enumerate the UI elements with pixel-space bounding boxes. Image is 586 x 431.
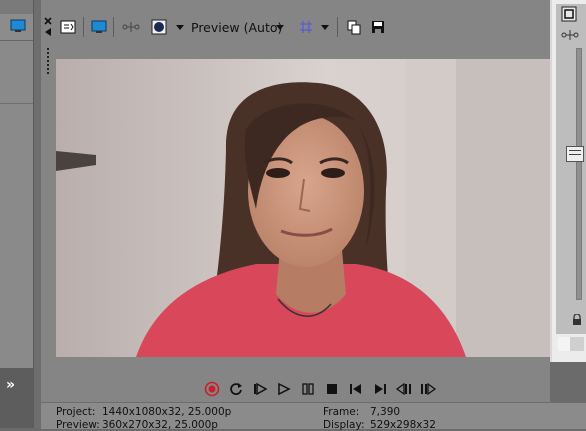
record-icon[interactable] bbox=[203, 380, 221, 398]
overlays-icon[interactable] bbox=[150, 18, 168, 36]
master-bus-meter bbox=[556, 4, 586, 334]
play-icon[interactable] bbox=[275, 380, 293, 398]
loop-icon[interactable] bbox=[227, 380, 245, 398]
right-panel-gap bbox=[550, 362, 586, 402]
preview-label: Preview: bbox=[56, 419, 100, 431]
left-panel-list bbox=[0, 40, 33, 369]
dock-handle[interactable] bbox=[42, 14, 54, 84]
external-monitor-icon[interactable] bbox=[90, 18, 108, 36]
overlays-dropdown-icon[interactable] bbox=[175, 18, 185, 36]
stop-icon[interactable] bbox=[323, 380, 341, 398]
left-panel-toolbar bbox=[0, 14, 33, 40]
pause-icon[interactable] bbox=[299, 380, 317, 398]
next-marker-icon[interactable] bbox=[371, 380, 389, 398]
volume-fader-handle[interactable] bbox=[566, 146, 584, 162]
display-label: Display: bbox=[323, 419, 365, 431]
project-value: 1440x1080x32, 25.000p bbox=[102, 406, 232, 418]
monitor-icon[interactable] bbox=[10, 18, 26, 34]
lock-icon[interactable] bbox=[572, 313, 582, 326]
preview-quality-chevron-icon[interactable] bbox=[275, 18, 285, 36]
preview-quality-dropdown[interactable]: Preview (Auto) bbox=[191, 20, 282, 35]
preview-value: 360x270x32, 25.000p bbox=[102, 419, 218, 431]
frame-value: 7,390 bbox=[370, 406, 401, 418]
master-bus-scroll[interactable] bbox=[558, 337, 584, 351]
preview-info-bar: Project: 1440x1080x32, 25.000p Preview: … bbox=[41, 402, 586, 431]
video-preview-properties-icon[interactable] bbox=[59, 18, 77, 36]
display-value: 529x298x32 bbox=[370, 419, 436, 431]
video-preview-frame bbox=[56, 59, 550, 357]
expand-icon[interactable]: » bbox=[6, 377, 15, 393]
channel-routing-icon[interactable] bbox=[560, 28, 580, 42]
toolbar-separator bbox=[113, 17, 114, 37]
next-frame-icon[interactable] bbox=[419, 380, 437, 398]
split-screen-icon[interactable] bbox=[121, 18, 141, 36]
previous-frame-icon[interactable] bbox=[395, 380, 413, 398]
save-snapshot-icon[interactable] bbox=[369, 18, 387, 36]
frame-label: Frame: bbox=[323, 406, 360, 418]
previous-marker-icon[interactable] bbox=[347, 380, 365, 398]
project-label: Project: bbox=[56, 406, 96, 418]
grid-icon[interactable] bbox=[297, 18, 315, 36]
volume-fader-track[interactable] bbox=[576, 48, 582, 300]
copy-snapshot-icon[interactable] bbox=[345, 18, 363, 36]
toolbar-separator bbox=[337, 17, 338, 37]
play-from-start-icon[interactable] bbox=[251, 380, 269, 398]
toolbar-separator bbox=[83, 17, 84, 37]
left-panel-footer: » bbox=[0, 368, 33, 428]
maximize-icon[interactable] bbox=[561, 6, 577, 22]
grid-dropdown-icon[interactable] bbox=[320, 18, 330, 36]
